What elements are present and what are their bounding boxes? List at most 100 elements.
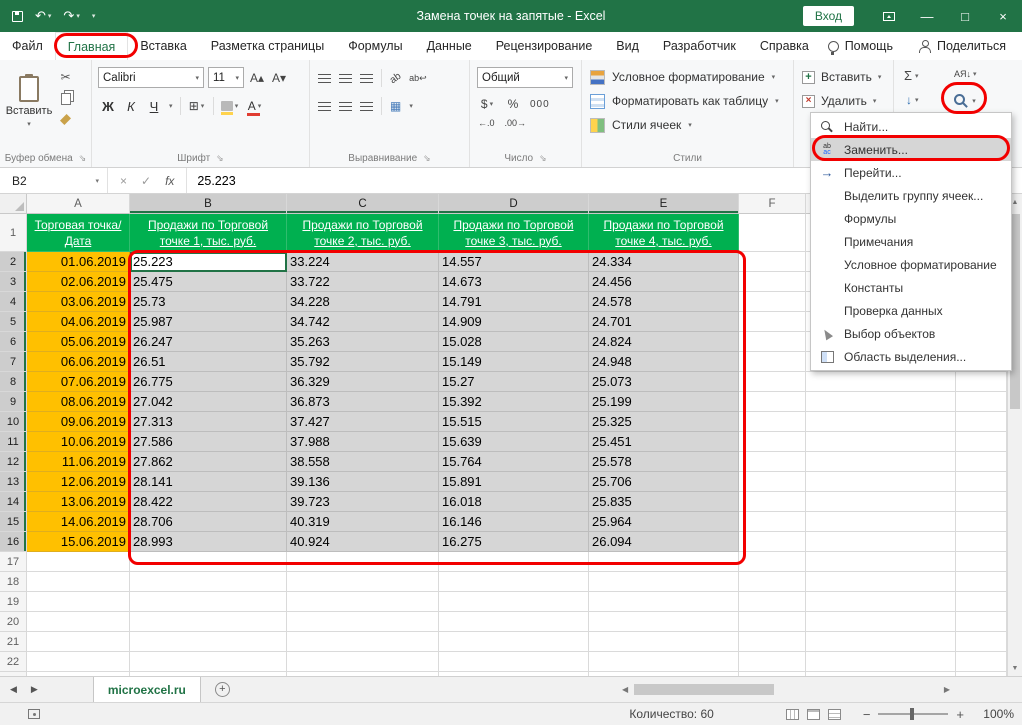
cell-B11[interactable]: 27.586 bbox=[130, 432, 287, 452]
row-header-3[interactable]: 3 bbox=[0, 272, 27, 292]
sign-in-button[interactable]: Вход bbox=[803, 6, 854, 26]
cell-B4[interactable]: 25.73 bbox=[130, 292, 287, 312]
cell-D4[interactable]: 14.791 bbox=[439, 292, 589, 312]
cell-empty[interactable] bbox=[27, 572, 130, 592]
cell-B6[interactable]: 26.247 bbox=[130, 332, 287, 352]
bold-button[interactable]: Ж bbox=[100, 99, 116, 114]
cell-empty[interactable] bbox=[589, 592, 739, 612]
cut-button[interactable]: ✂ bbox=[60, 70, 70, 84]
cell-C2[interactable]: 33.224 bbox=[287, 252, 439, 272]
cell-empty[interactable] bbox=[130, 592, 287, 612]
accounting-format-button[interactable]: $▾ bbox=[478, 94, 496, 114]
paste-button[interactable]: Вставить ▾ bbox=[6, 65, 52, 139]
cell-empty[interactable] bbox=[806, 592, 956, 612]
ribbon-tab-4[interactable]: Формулы bbox=[336, 32, 414, 60]
cell-C15[interactable]: 40.319 bbox=[287, 512, 439, 532]
cell-empty[interactable] bbox=[806, 632, 956, 652]
cell-empty[interactable] bbox=[589, 632, 739, 652]
cell-empty[interactable] bbox=[739, 372, 806, 392]
row-header-13[interactable]: 13 bbox=[0, 472, 27, 492]
shrink-font-button[interactable]: А▾ bbox=[270, 68, 288, 88]
cell-B12[interactable]: 27.862 bbox=[130, 452, 287, 472]
help-tab[interactable]: Помощь bbox=[828, 39, 893, 53]
cell-empty[interactable] bbox=[739, 392, 806, 412]
cell-empty[interactable] bbox=[956, 432, 1007, 452]
cell-B10[interactable]: 27.313 bbox=[130, 412, 287, 432]
cell-empty[interactable] bbox=[806, 432, 956, 452]
cell-empty[interactable] bbox=[739, 652, 806, 672]
cell-D11[interactable]: 15.639 bbox=[439, 432, 589, 452]
close-button[interactable]: × bbox=[984, 0, 1022, 32]
cell-empty[interactable] bbox=[439, 652, 589, 672]
menu-item-0[interactable]: Найти... bbox=[811, 115, 1011, 138]
cell-C14[interactable]: 39.723 bbox=[287, 492, 439, 512]
grow-font-button[interactable]: А▴ bbox=[248, 68, 266, 88]
cell-empty[interactable] bbox=[739, 214, 806, 252]
cell-E15[interactable]: 25.964 bbox=[589, 512, 739, 532]
cell-empty[interactable] bbox=[956, 612, 1007, 632]
cell-A3[interactable]: 02.06.2019 bbox=[27, 272, 130, 292]
row-header-9[interactable]: 9 bbox=[0, 392, 27, 412]
cell-E13[interactable]: 25.706 bbox=[589, 472, 739, 492]
cell-empty[interactable] bbox=[806, 392, 956, 412]
cell-empty[interactable] bbox=[739, 352, 806, 372]
cell-empty[interactable] bbox=[439, 552, 589, 572]
cell-C3[interactable]: 33.722 bbox=[287, 272, 439, 292]
orientation-icon[interactable]: ab bbox=[388, 70, 403, 85]
ribbon-tab-6[interactable]: Рецензирование bbox=[484, 32, 605, 60]
cell-B3[interactable]: 25.475 bbox=[130, 272, 287, 292]
cell-empty[interactable] bbox=[130, 612, 287, 632]
zoom-level[interactable]: 100% bbox=[978, 707, 1014, 721]
ribbon-tab-7[interactable]: Вид bbox=[604, 32, 651, 60]
cell-empty[interactable] bbox=[956, 552, 1007, 572]
cell-empty[interactable] bbox=[806, 412, 956, 432]
merge-cells-icon[interactable]: ▦ bbox=[390, 99, 401, 113]
cell-E4[interactable]: 24.578 bbox=[589, 292, 739, 312]
cell-D8[interactable]: 15.27 bbox=[439, 372, 589, 392]
cell-B9[interactable]: 27.042 bbox=[130, 392, 287, 412]
cell-C16[interactable]: 40.924 bbox=[287, 532, 439, 552]
cell-C6[interactable]: 35.263 bbox=[287, 332, 439, 352]
row-header-16[interactable]: 16 bbox=[0, 532, 27, 552]
decrease-decimal-button[interactable]: .00→ bbox=[505, 118, 527, 128]
zoom-out-button[interactable]: − bbox=[863, 707, 871, 722]
menu-item-7[interactable]: Константы bbox=[811, 276, 1011, 299]
cell-empty[interactable] bbox=[739, 412, 806, 432]
cell-C11[interactable]: 37.988 bbox=[287, 432, 439, 452]
cell-empty[interactable] bbox=[27, 592, 130, 612]
cell-D2[interactable]: 14.557 bbox=[439, 252, 589, 272]
sheet-nav-right-icon[interactable]: ▶ bbox=[24, 684, 45, 695]
cell-empty[interactable] bbox=[27, 632, 130, 652]
enter-button[interactable]: ✓ bbox=[141, 174, 151, 188]
scroll-down-icon[interactable]: ▼ bbox=[1008, 660, 1022, 676]
menu-item-5[interactable]: Примечания bbox=[811, 230, 1011, 253]
column-header-A[interactable]: A bbox=[27, 194, 130, 214]
cell-A14[interactable]: 13.06.2019 bbox=[27, 492, 130, 512]
row-header-17[interactable]: 17 bbox=[0, 552, 27, 572]
formula-input[interactable]: 25.223 bbox=[187, 174, 235, 188]
cell-A13[interactable]: 12.06.2019 bbox=[27, 472, 130, 492]
autosum-button[interactable]: Σ ▾ bbox=[904, 68, 919, 83]
conditional-formatting-button[interactable]: Условное форматирование ▾ bbox=[590, 66, 775, 88]
cell-B2[interactable]: 25.223 bbox=[130, 252, 287, 272]
minimize-button[interactable]: — bbox=[908, 0, 946, 32]
underline-button[interactable]: Ч bbox=[146, 99, 162, 114]
cell-B8[interactable]: 26.775 bbox=[130, 372, 287, 392]
cell-E12[interactable]: 25.578 bbox=[589, 452, 739, 472]
zoom-thumb[interactable] bbox=[910, 708, 914, 720]
row-header-15[interactable]: 15 bbox=[0, 512, 27, 532]
cancel-button[interactable]: × bbox=[120, 174, 127, 188]
menu-item-1[interactable]: Заменить... bbox=[811, 138, 1011, 161]
cell-empty[interactable] bbox=[287, 552, 439, 572]
menu-item-4[interactable]: Формулы bbox=[811, 207, 1011, 230]
column-header-B[interactable]: B bbox=[130, 194, 287, 214]
cell-D9[interactable]: 15.392 bbox=[439, 392, 589, 412]
cell-E3[interactable]: 24.456 bbox=[589, 272, 739, 292]
format-painter-button[interactable] bbox=[60, 114, 71, 125]
cell-empty[interactable] bbox=[739, 292, 806, 312]
cell-empty[interactable] bbox=[739, 252, 806, 272]
cell-A12[interactable]: 11.06.2019 bbox=[27, 452, 130, 472]
cell-empty[interactable] bbox=[130, 552, 287, 572]
row-header-7[interactable]: 7 bbox=[0, 352, 27, 372]
cell-C1[interactable]: Продажи по Торговой точке 2, тыс. руб. bbox=[287, 214, 439, 252]
